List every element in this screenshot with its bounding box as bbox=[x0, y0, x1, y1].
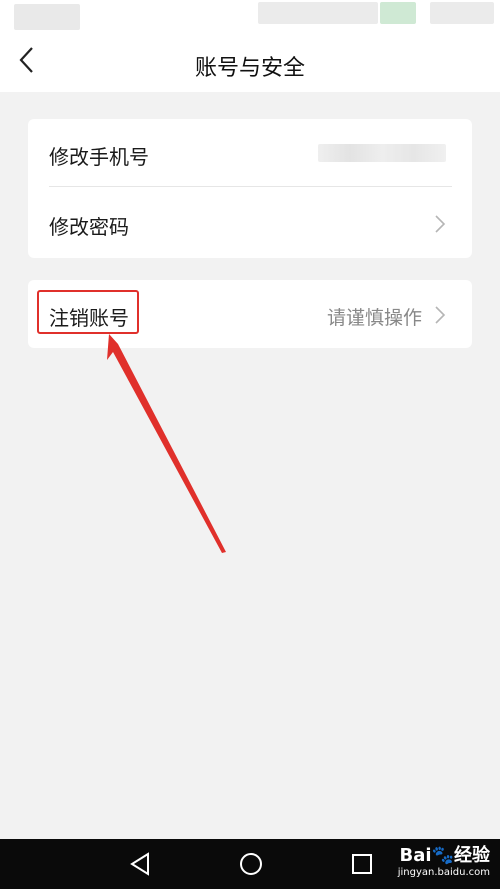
circle-home-icon[interactable] bbox=[238, 851, 264, 881]
divider bbox=[49, 186, 452, 187]
watermark-brand: Bai🐾经验 bbox=[399, 845, 490, 866]
change-password-row[interactable]: 修改密码 bbox=[28, 189, 472, 257]
annotation-highlight-box bbox=[37, 290, 139, 334]
triangle-back-icon[interactable] bbox=[128, 851, 152, 881]
blurred-status-left bbox=[14, 4, 80, 30]
blurred-status-right bbox=[430, 2, 494, 24]
change-phone-label: 修改手机号 bbox=[49, 145, 149, 169]
chevron-right-icon bbox=[434, 214, 446, 234]
blurred-phone-number bbox=[318, 144, 446, 162]
status-bar bbox=[0, 0, 500, 34]
watermark: Bai🐾经验 jingyan.baidu.com bbox=[398, 845, 490, 879]
square-recents-icon[interactable] bbox=[350, 851, 374, 881]
change-password-label: 修改密码 bbox=[49, 215, 129, 239]
caution-text: 请谨慎操作 bbox=[326, 307, 422, 329]
account-card: 修改手机号 修改密码 bbox=[28, 119, 472, 258]
system-nav-bar: Bai🐾经验 jingyan.baidu.com bbox=[0, 839, 500, 889]
watermark-url: jingyan.baidu.com bbox=[397, 867, 490, 878]
nav-bar: 账号与安全 bbox=[0, 34, 500, 92]
page-title: 账号与安全 bbox=[194, 56, 305, 81]
chevron-right-icon bbox=[434, 305, 446, 325]
blurred-status-middle bbox=[258, 2, 378, 24]
change-phone-row[interactable]: 修改手机号 bbox=[28, 119, 472, 187]
blurred-status-battery bbox=[380, 2, 416, 24]
